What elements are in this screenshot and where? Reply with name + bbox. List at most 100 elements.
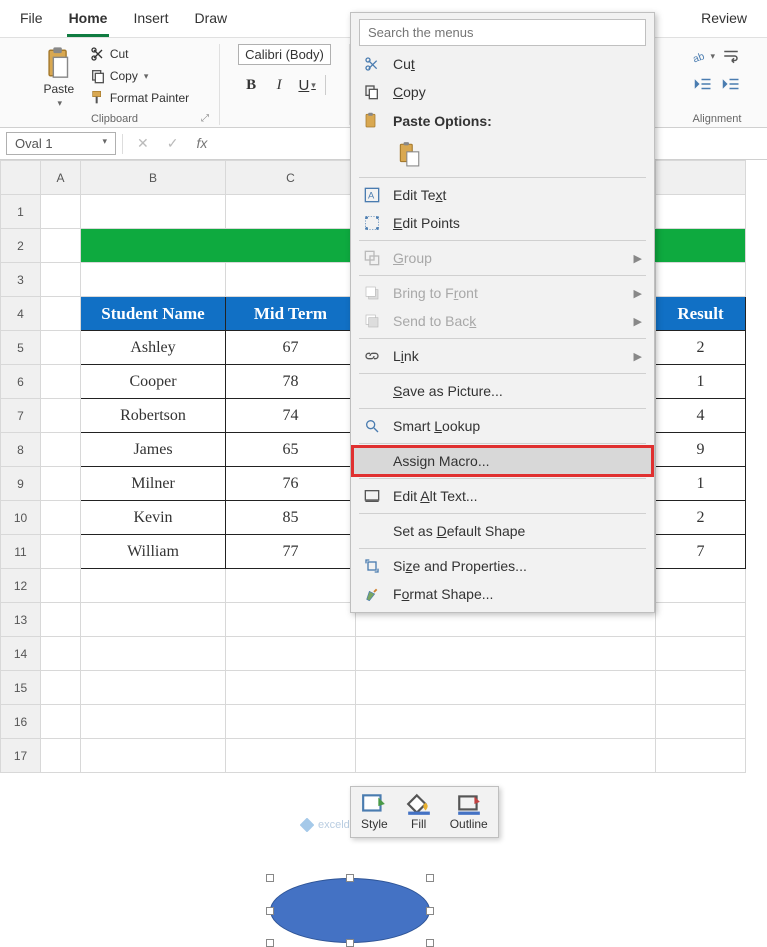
- row-header[interactable]: 16: [1, 705, 41, 739]
- menu-link[interactable]: Link▶: [353, 342, 652, 370]
- fx-icon[interactable]: fx: [196, 135, 207, 152]
- table-cell[interactable]: 76: [226, 467, 356, 501]
- chevron-down-icon: ▾: [58, 98, 63, 109]
- table-cell[interactable]: 67: [226, 331, 356, 365]
- format-painter-button[interactable]: Format Painter: [86, 88, 193, 108]
- table-cell[interactable]: 65: [226, 433, 356, 467]
- menu-edit-text[interactable]: AEdit Text: [353, 181, 652, 209]
- table-header[interactable]: Result: [656, 297, 746, 331]
- row-header[interactable]: 7: [1, 399, 41, 433]
- tab-home[interactable]: Home: [67, 4, 110, 37]
- row-header[interactable]: 13: [1, 603, 41, 637]
- row-header[interactable]: 1: [1, 195, 41, 229]
- row-header[interactable]: 4: [1, 297, 41, 331]
- style-button[interactable]: Style: [355, 791, 394, 833]
- resize-handle[interactable]: [426, 907, 434, 915]
- table-cell[interactable]: Kevin: [81, 501, 226, 535]
- table-cell[interactable]: 1: [656, 467, 746, 501]
- menu-smart-lookup[interactable]: Smart Lookup: [353, 412, 652, 440]
- font-name-select[interactable]: Calibri (Body): [238, 44, 331, 65]
- paste-button[interactable]: Paste ▾: [36, 44, 82, 111]
- table-cell[interactable]: Ashley: [81, 331, 226, 365]
- resize-handle[interactable]: [346, 874, 354, 882]
- table-header[interactable]: Mid Term: [226, 297, 356, 331]
- row-header[interactable]: 9: [1, 467, 41, 501]
- resize-handle[interactable]: [426, 874, 434, 882]
- row-header[interactable]: 10: [1, 501, 41, 535]
- outline-button[interactable]: Outline: [444, 791, 494, 833]
- menu-edit-alt-text[interactable]: Edit Alt Text...: [353, 482, 652, 510]
- oval-shape[interactable]: [270, 878, 430, 943]
- menu-search-input[interactable]: [359, 19, 646, 46]
- col-header-c[interactable]: C: [226, 161, 356, 195]
- fill-button[interactable]: Fill: [400, 791, 438, 833]
- table-cell[interactable]: 2: [656, 501, 746, 535]
- copy-button[interactable]: Copy▾: [86, 66, 193, 86]
- menu-edit-points[interactable]: Edit Points: [353, 209, 652, 237]
- menu-size-properties[interactable]: Size and Properties...: [353, 552, 652, 580]
- cancel-icon[interactable]: ✕: [137, 135, 149, 152]
- text-icon: A: [361, 187, 383, 203]
- table-cell[interactable]: 2: [656, 331, 746, 365]
- resize-handle[interactable]: [266, 907, 274, 915]
- resize-handle[interactable]: [346, 939, 354, 947]
- menu-set-default-shape[interactable]: Set as Default Shape: [353, 517, 652, 545]
- row-header[interactable]: 17: [1, 739, 41, 773]
- row-header[interactable]: 6: [1, 365, 41, 399]
- table-header[interactable]: Student Name: [81, 297, 226, 331]
- bold-button[interactable]: B: [238, 73, 264, 97]
- orientation-button[interactable]: ab▾: [690, 44, 716, 68]
- row-header[interactable]: 12: [1, 569, 41, 603]
- row-header[interactable]: 11: [1, 535, 41, 569]
- tab-draw[interactable]: Draw: [192, 4, 229, 37]
- tab-review[interactable]: Review: [699, 4, 749, 37]
- tab-insert[interactable]: Insert: [131, 4, 170, 37]
- row-header[interactable]: 15: [1, 671, 41, 705]
- paintbrush-icon: [90, 90, 106, 106]
- table-cell[interactable]: 4: [656, 399, 746, 433]
- menu-assign-macro[interactable]: Assign Macro...: [353, 447, 652, 475]
- resize-handle[interactable]: [426, 939, 434, 947]
- table-cell[interactable]: 78: [226, 365, 356, 399]
- table-cell[interactable]: Robertson: [81, 399, 226, 433]
- alignment-group-label: Alignment: [693, 113, 742, 125]
- row-header[interactable]: 8: [1, 433, 41, 467]
- menu-save-as-picture[interactable]: Save as Picture...: [353, 377, 652, 405]
- table-cell[interactable]: Cooper: [81, 365, 226, 399]
- wrap-text-button[interactable]: [718, 44, 744, 68]
- table-cell[interactable]: James: [81, 433, 226, 467]
- confirm-icon[interactable]: ✓: [167, 135, 179, 152]
- table-cell[interactable]: 85: [226, 501, 356, 535]
- table-cell[interactable]: 74: [226, 399, 356, 433]
- table-cell[interactable]: 1: [656, 365, 746, 399]
- tab-file[interactable]: File: [18, 4, 45, 37]
- col-header-a[interactable]: A: [41, 161, 81, 195]
- col-header-hidden[interactable]: [656, 161, 746, 195]
- row-header[interactable]: 2: [1, 229, 41, 263]
- row-header[interactable]: 5: [1, 331, 41, 365]
- decrease-indent-button[interactable]: [690, 72, 716, 96]
- cut-button[interactable]: Cut: [86, 44, 193, 64]
- clipboard-icon: [396, 141, 422, 167]
- row-header[interactable]: 3: [1, 263, 41, 297]
- table-cell[interactable]: William: [81, 535, 226, 569]
- name-box[interactable]: Oval 1 ▾: [6, 132, 116, 155]
- menu-copy[interactable]: Copy: [353, 78, 652, 106]
- row-header[interactable]: 14: [1, 637, 41, 671]
- dialog-launcher-icon[interactable]: ⤢: [201, 113, 209, 124]
- paste-special-button[interactable]: [393, 138, 425, 170]
- table-cell[interactable]: 7: [656, 535, 746, 569]
- underline-button[interactable]: U▾: [294, 73, 320, 97]
- select-all-corner[interactable]: [1, 161, 41, 195]
- resize-handle[interactable]: [266, 939, 274, 947]
- table-cell[interactable]: Milner: [81, 467, 226, 501]
- menu-cut[interactable]: Cut: [353, 50, 652, 78]
- col-header-b[interactable]: B: [81, 161, 226, 195]
- resize-handle[interactable]: [266, 874, 274, 882]
- table-cell[interactable]: 9: [656, 433, 746, 467]
- increase-indent-button[interactable]: [718, 72, 744, 96]
- italic-button[interactable]: I: [266, 73, 292, 97]
- menu-format-shape[interactable]: Format Shape...: [353, 580, 652, 608]
- points-icon: [361, 215, 383, 231]
- table-cell[interactable]: 77: [226, 535, 356, 569]
